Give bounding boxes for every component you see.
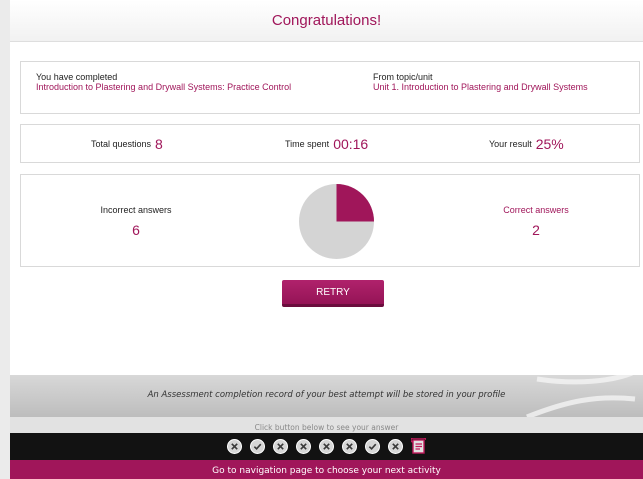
incorrect-answers-section: Incorrect answers 6 <box>76 205 196 238</box>
assessment-note-bar: An Assessment completion record of your … <box>10 375 643 417</box>
completed-section: You have completed Introduction to Plast… <box>36 72 336 92</box>
answer-review-button-2[interactable] <box>250 439 265 454</box>
time-spent-stat: Time spent 00:16 <box>285 136 368 152</box>
answer-review-button-8[interactable] <box>388 439 403 454</box>
correct-answers-value: 2 <box>532 222 540 238</box>
correct-answers-label: Correct answers <box>503 205 569 215</box>
answer-review-button-4[interactable] <box>296 439 311 454</box>
incorrect-answers-value: 6 <box>132 222 140 238</box>
pie-slice-correct <box>336 184 374 222</box>
scroll-icon[interactable] <box>411 438 426 455</box>
result-label: Your result <box>489 139 532 149</box>
topic-label: From topic/unit <box>373 72 433 82</box>
close-icon <box>300 443 307 450</box>
assessment-note: An Assessment completion record of your … <box>147 390 506 400</box>
answer-hint: Click button below to see your answer <box>254 423 399 432</box>
completion-info-box: You have completed Introduction to Plast… <box>20 61 640 114</box>
check-icon <box>368 443 377 451</box>
time-spent-value: 00:16 <box>333 136 369 152</box>
close-icon <box>346 443 353 450</box>
result-value: 25% <box>535 136 564 152</box>
answer-review-button-3[interactable] <box>273 439 288 454</box>
answer-review-button-5[interactable] <box>319 439 334 454</box>
answer-review-button-6[interactable] <box>342 439 357 454</box>
header: Congratulations! <box>10 0 643 42</box>
topic-name: Unit 1. Introduction to Plastering and D… <box>373 82 588 92</box>
total-questions-stat: Total questions 8 <box>91 136 163 152</box>
time-spent-label: Time spent <box>285 139 330 149</box>
close-icon <box>231 443 238 450</box>
correct-answers-section: Correct answers 2 <box>476 205 596 238</box>
check-icon <box>253 443 262 451</box>
answer-review-bar <box>10 433 643 460</box>
navigation-link-bar[interactable]: Go to navigation page to choose your nex… <box>10 460 643 479</box>
page-title: Congratulations! <box>271 12 382 29</box>
retry-button[interactable]: RETRY <box>282 280 384 307</box>
answer-hint-bar: Click button below to see your answer <box>10 417 643 433</box>
close-icon <box>392 443 399 450</box>
result-stat: Your result 25% <box>489 136 564 152</box>
navigation-link[interactable]: Go to navigation page to choose your nex… <box>212 466 441 476</box>
total-questions-label: Total questions <box>91 139 152 149</box>
topic-section: From topic/unit Unit 1. Introduction to … <box>373 72 638 92</box>
close-icon <box>277 443 284 450</box>
answer-review-button-1[interactable] <box>227 439 242 454</box>
incorrect-answers-label: Incorrect answers <box>100 205 172 215</box>
activity-name: Introduction to Plastering and Drywall S… <box>36 82 292 92</box>
answer-review-button-7[interactable] <box>365 439 380 454</box>
close-icon <box>323 443 330 450</box>
total-questions-value: 8 <box>155 136 163 152</box>
completed-label: You have completed <box>36 72 118 82</box>
stats-box: Total questions 8 Time spent 00:16 Your re… <box>20 124 640 163</box>
result-pie-chart <box>299 184 374 259</box>
answers-breakdown-box: Incorrect answers 6 Correct answers 2 <box>20 174 640 267</box>
